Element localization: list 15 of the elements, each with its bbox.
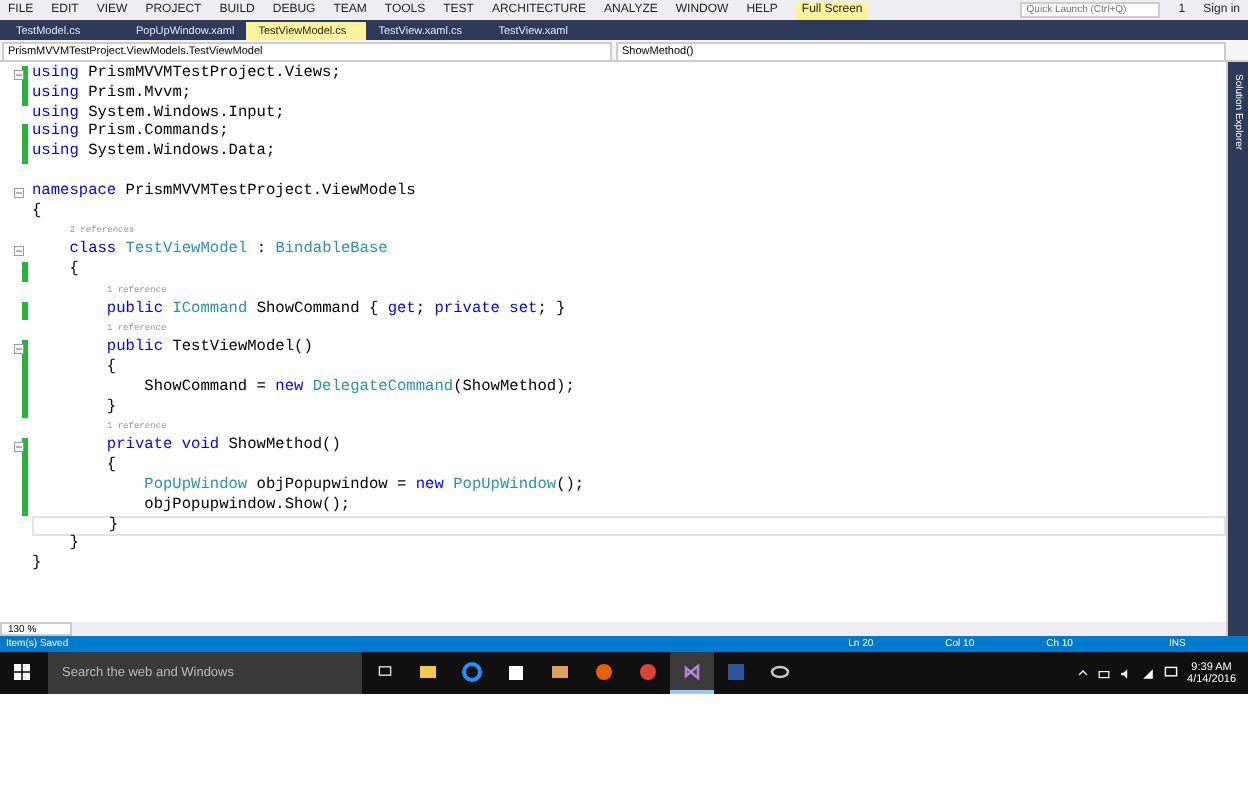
folder-icon xyxy=(418,661,438,681)
eye-icon xyxy=(770,661,790,681)
taskbar-app[interactable] xyxy=(670,652,714,694)
task-view-icon xyxy=(375,664,393,678)
collapse-icon[interactable] xyxy=(14,442,24,453)
caret-up-icon xyxy=(1077,668,1088,678)
collapse-icon[interactable] xyxy=(14,187,24,198)
infinity-icon xyxy=(682,661,702,681)
collapse-icon[interactable] xyxy=(14,246,24,257)
speaker-icon xyxy=(1119,667,1132,679)
message-icon xyxy=(1163,666,1178,680)
collapse-icon[interactable] xyxy=(14,70,24,80)
collapse-icon[interactable] xyxy=(14,344,24,355)
windows-logo-icon xyxy=(14,663,30,679)
browser-icon xyxy=(462,661,482,681)
